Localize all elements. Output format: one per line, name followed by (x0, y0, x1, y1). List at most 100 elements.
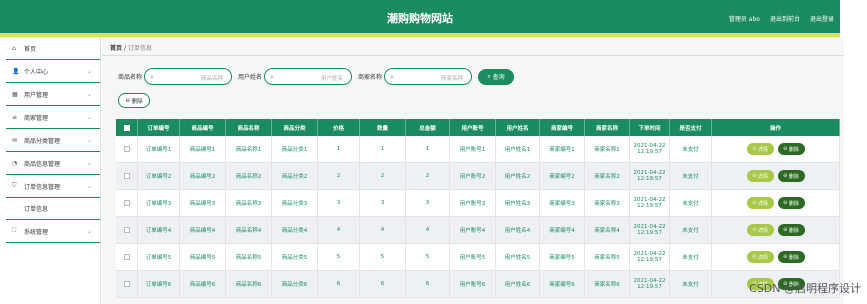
detail-label: 详情 (757, 173, 768, 180)
sidebar-item-5[interactable]: ◔ 商品信息管理 ⌄ (6, 152, 100, 175)
product-name-input[interactable]: ⌕ 商品名称 (144, 68, 233, 85)
search-icon: ⌕ (150, 73, 154, 81)
row-actions: ⊙ 详情 ⊖ 删除 (712, 136, 840, 162)
delete-button[interactable]: ⊖ 删除 (777, 224, 805, 236)
delete-label: 删除 (788, 254, 799, 261)
detail-button[interactable]: ⊙ 详情 (746, 170, 774, 182)
row-checkbox[interactable] (123, 227, 130, 233)
row-checkbox[interactable] (123, 200, 130, 206)
merchant-name-input[interactable]: ⌕ 商家名称 (384, 68, 473, 85)
column-header: 是否支付 (670, 119, 712, 136)
sidebar-item-label: 商品信息管理 (24, 160, 61, 168)
table-cell: 商品分类6 (272, 271, 318, 297)
table-cell: 5 (360, 244, 406, 270)
chevron-down-icon: ⌄ (86, 136, 92, 144)
detail-button[interactable]: ⊙ 详情 (746, 143, 774, 155)
sidebar-item-6[interactable]: ⛉ 订单信息管理 ⌄ (6, 175, 100, 198)
detail-label: 详情 (757, 227, 768, 234)
sidebar-item-label: 首页 (24, 45, 37, 53)
table-cell: 未支付 (670, 217, 712, 243)
table-cell: 4 (406, 217, 450, 243)
search-bar: 商品名称 ⌕ 商品名称 用户姓名 ⌕ 用户姓名 商家名称 ⌕ 商家名称 ⌕ 查询 (118, 68, 515, 85)
table-cell: 商品编号4 (180, 217, 226, 243)
row-checkbox[interactable] (123, 254, 130, 260)
logout-link[interactable]: 退出登录 (810, 14, 834, 23)
table-cell: 用户账号1 (450, 136, 496, 162)
table-cell: 2021-04-22 12:19:57 (630, 190, 670, 216)
delete-label: 删除 (788, 200, 799, 207)
table-cell: 用户姓名5 (496, 244, 540, 270)
row-select-cell (116, 190, 138, 216)
table-cell: 商家编号1 (540, 136, 585, 162)
site-title: 潮购购物网站 (387, 12, 453, 25)
sidebar-item-3[interactable]: ≡ 商家管理 ⌄ (6, 106, 100, 129)
admin-label: 管理员 abo (728, 16, 760, 23)
table-header: 订单编号 商品编号 商品名称 商品分类 价格 数量 总金额 用户账号 用户姓名 商家编号 商家名称下… (116, 119, 840, 136)
delete-label: 删除 (788, 146, 799, 153)
column-header: 下单时间 (630, 119, 670, 136)
table-body: 订单编号1 商品编号1 商品名称1 商品分类1 1 1 1 用户账号1 用户姓名1 商家编号1 商家… (116, 136, 840, 298)
column-header: 商家编号 (540, 119, 585, 136)
table-cell: 用户姓名1 (496, 136, 540, 162)
delete-button[interactable]: ⊖ 删除 (777, 143, 805, 155)
chevron-down-icon: ⌄ (86, 67, 92, 75)
table-cell: 用户姓名3 (496, 190, 540, 216)
sidebar-item-2[interactable]: ▦ 用户管理 ⌄ (6, 83, 100, 106)
sidebar-item-1[interactable]: 👤 个人中心 ⌄ (6, 60, 100, 83)
table-cell: 2 (360, 163, 406, 189)
row-actions: ⊙ 详情 ⊖ 删除 (712, 163, 840, 189)
user-name-input[interactable]: ⌕ 用户姓名 (264, 68, 353, 85)
search-button-label: 查询 (492, 74, 505, 81)
table-cell: 未支付 (670, 163, 712, 189)
delete-button[interactable]: ⊖ 删除 (777, 251, 805, 263)
table-cell: 用户姓名6 (496, 271, 540, 297)
table-cell: 5 (318, 244, 360, 270)
row-actions: ⊙ 详情 ⊖ 删除 (712, 190, 840, 216)
table-row: 订单编号5 商品编号5 商品名称5 商品分类5 5 5 5 用户账号5 用户姓名5 商家编号5 商家… (116, 244, 840, 271)
sidebar: ⌂ 首页 👤 个人中心 ⌄ ▦ 用户管理 ⌄ ≡ 商家管理 ⌄ ✉ 商品分类管理 ⌄ ◔ 商品信息管理 ⌄ ⛉ 订单… (6, 37, 101, 304)
breadcrumb-separator: / (123, 45, 126, 52)
breadcrumb-current: 订单信息 (127, 45, 152, 52)
row-checkbox[interactable] (123, 146, 130, 152)
select-all-checkbox[interactable] (123, 124, 130, 131)
table-cell: 商品编号1 (180, 136, 226, 162)
sidebar-item-0[interactable]: ⌂ 首页 (6, 37, 100, 60)
watermark: CSDN @启明程序设计 (749, 282, 861, 295)
row-checkbox[interactable] (123, 173, 130, 179)
table-cell: 商品名称1 (226, 136, 272, 162)
table-cell: 订单编号1 (138, 136, 180, 162)
table-cell: 6 (406, 271, 450, 297)
sidebar-item-4[interactable]: ✉ 商品分类管理 ⌄ (6, 129, 100, 152)
table-cell: 商家编号5 (540, 244, 585, 270)
detail-button[interactable]: ⊙ 详情 (746, 197, 774, 209)
users-icon: ▦ (12, 90, 18, 98)
clock-icon: ◔ (12, 159, 18, 167)
delete-label: 删除 (788, 227, 799, 234)
chevron-down-icon: ⌄ (86, 113, 92, 121)
delete-button[interactable]: ⊖ 删除 (777, 197, 805, 209)
sidebar-item-system[interactable]: ⛶ 系统管理 ⌄ (6, 220, 100, 243)
table-cell: 5 (406, 244, 450, 270)
batch-delete-button[interactable]: ⊖ 删除 (118, 93, 150, 108)
sidebar-subitem-orders[interactable]: 订单信息 (6, 198, 100, 220)
shield-icon: ⛉ (12, 182, 17, 189)
main-content: 首页 / 订单信息 商品名称 ⌕ 商品名称 用户姓名 ⌕ 用户姓名 商家名称 ⌕ 商家… (102, 37, 847, 304)
column-header: 订单编号 (138, 119, 180, 136)
back-to-front-link[interactable]: 退出到前台 (770, 14, 800, 23)
detail-button[interactable]: ⊙ 详情 (746, 224, 774, 236)
table-row: 订单编号3 商品编号3 商品名称3 商品分类3 3 3 3 用户账号3 用户姓名3 商家编号3 商家… (116, 190, 840, 217)
table-cell: 商品名称5 (226, 244, 272, 270)
placeholder: 商家名称 (441, 76, 464, 82)
table-cell: 订单编号4 (138, 217, 180, 243)
breadcrumb-home[interactable]: 首页 (110, 45, 122, 52)
table-cell: 商品分类4 (272, 217, 318, 243)
search-button[interactable]: ⌕ 查询 (478, 68, 515, 85)
row-checkbox[interactable] (123, 281, 130, 287)
table-cell: 商家名称4 (585, 217, 630, 243)
divider (102, 55, 847, 56)
detail-button[interactable]: ⊙ 详情 (746, 251, 774, 263)
table-cell: 商品名称4 (226, 217, 272, 243)
delete-button[interactable]: ⊖ 删除 (777, 170, 805, 182)
row-select-cell (116, 136, 138, 162)
sidebar-item-label: 订单信息管理 (24, 183, 61, 191)
